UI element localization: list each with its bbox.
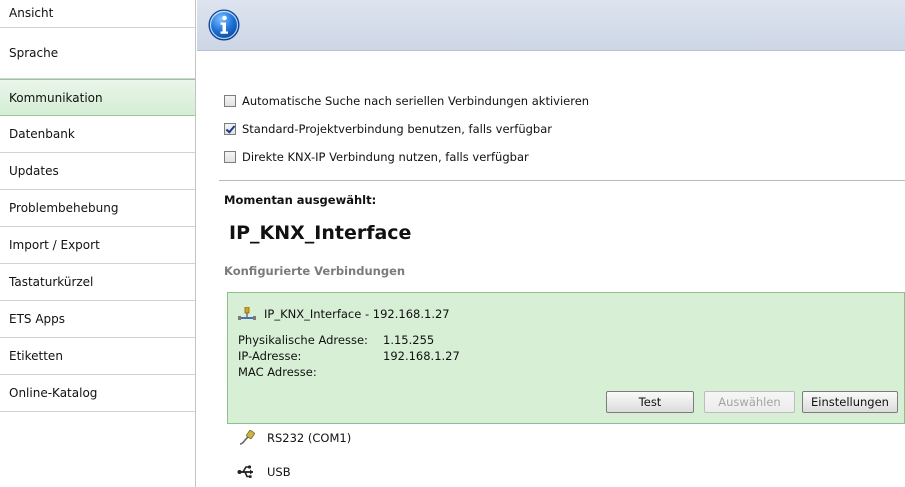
current-selection-label: Momentan ausgewählt: bbox=[224, 193, 377, 207]
select-button[interactable]: Auswählen bbox=[704, 391, 795, 413]
ip-address-label: IP-Adresse: bbox=[238, 349, 302, 363]
direct-knx-ip-checkbox[interactable] bbox=[224, 151, 236, 163]
sidebar-item-sprache[interactable]: Sprache bbox=[0, 28, 195, 79]
settings-button[interactable]: Einstellungen bbox=[802, 391, 898, 413]
option-default-project-connection[interactable]: Standard-Projektverbindung benutzen, fal… bbox=[224, 120, 552, 138]
page-header bbox=[197, 0, 905, 51]
ip-address-value: 192.168.1.27 bbox=[383, 349, 460, 363]
selected-connection-card[interactable]: IP_KNX_Interface - 192.168.1.27 Physikal… bbox=[227, 292, 905, 424]
info-icon bbox=[208, 9, 240, 41]
mac-address-label: MAC Adresse: bbox=[238, 365, 317, 379]
sidebar-item-online-katalog[interactable]: Online-Katalog bbox=[0, 375, 195, 412]
sidebar-item-updates[interactable]: Updates bbox=[0, 153, 195, 190]
sidebar-item-kommunikation[interactable]: Kommunikation bbox=[0, 79, 195, 116]
physical-address-label: Physikalische Adresse: bbox=[238, 333, 368, 347]
settings-sidebar: Ansicht Sprache Kommunikation Datenbank … bbox=[0, 0, 196, 487]
configured-connections-heading: Konfigurierte Verbindungen bbox=[224, 264, 406, 278]
divider bbox=[219, 180, 905, 181]
test-button[interactable]: Test bbox=[606, 391, 694, 413]
current-connection-name: IP_KNX_Interface bbox=[229, 222, 412, 244]
sidebar-item-etiketten[interactable]: Etiketten bbox=[0, 338, 195, 375]
selected-connection-title: IP_KNX_Interface - 192.168.1.27 bbox=[238, 307, 450, 321]
serial-cable-icon bbox=[239, 429, 255, 445]
connection-rs232[interactable]: RS232 (COM1) bbox=[237, 429, 351, 447]
sidebar-item-ansicht[interactable]: Ansicht bbox=[0, 0, 195, 28]
option-direct-knx-ip[interactable]: Direkte KNX-IP Verbindung nutzen, falls … bbox=[224, 148, 529, 166]
auto-serial-checkbox[interactable] bbox=[224, 95, 236, 107]
sidebar-item-tastaturkuerzel[interactable]: Tastaturkürzel bbox=[0, 264, 195, 301]
direct-knx-ip-label: Direkte KNX-IP Verbindung nutzen, falls … bbox=[242, 150, 529, 164]
sidebar-item-ets-apps[interactable]: ETS Apps bbox=[0, 301, 195, 338]
sidebar-item-import-export[interactable]: Import / Export bbox=[0, 227, 195, 264]
auto-serial-label: Automatische Suche nach seriellen Verbin… bbox=[242, 94, 590, 108]
sidebar-item-datenbank[interactable]: Datenbank bbox=[0, 116, 195, 153]
connection-usb[interactable]: USB bbox=[237, 463, 291, 481]
usb-icon bbox=[237, 465, 253, 478]
default-project-connection-label: Standard-Projektverbindung benutzen, fal… bbox=[242, 122, 553, 136]
network-icon bbox=[238, 307, 256, 320]
physical-address-value: 1.15.255 bbox=[383, 333, 435, 347]
sidebar-item-problembehebung[interactable]: Problembehebung bbox=[0, 190, 195, 227]
default-project-connection-checkbox[interactable] bbox=[224, 123, 236, 135]
option-auto-serial[interactable]: Automatische Suche nach seriellen Verbin… bbox=[224, 92, 589, 110]
communication-panel: Automatische Suche nach seriellen Verbin… bbox=[197, 51, 905, 487]
